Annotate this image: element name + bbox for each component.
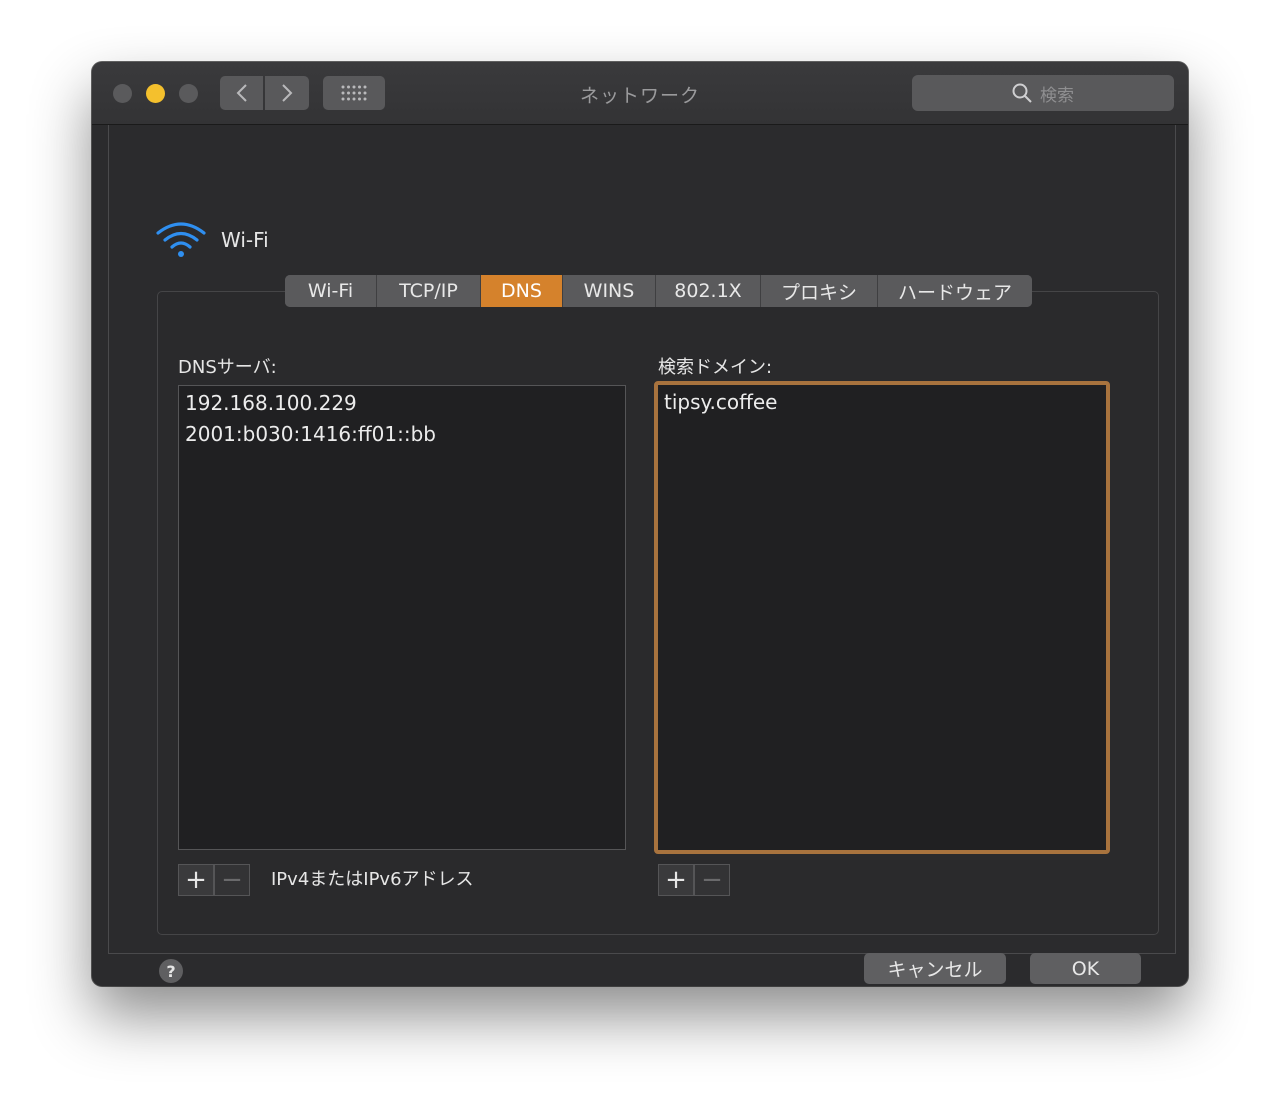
add-search-domain-button[interactable]: +: [658, 864, 694, 896]
search-domains-add-remove: + −: [658, 864, 730, 896]
list-item[interactable]: tipsy.coffee: [664, 387, 1100, 418]
search-icon: [1012, 83, 1032, 103]
add-dns-server-button[interactable]: +: [178, 864, 214, 896]
interface-name: Wi-Fi: [221, 228, 269, 252]
tab-wins[interactable]: WINS: [563, 275, 656, 307]
tab-tcpip[interactable]: TCP/IP: [377, 275, 481, 307]
interface-header: Wi-Fi: [155, 221, 269, 259]
help-button[interactable]: ?: [159, 959, 183, 983]
network-preferences-window: ネットワーク 検索 Wi-Fi Wi-Fi TCP/IP DNS WINS 80…: [92, 62, 1188, 986]
tab-proxy[interactable]: プロキシ: [761, 275, 878, 307]
dns-servers-add-remove: + −: [178, 864, 250, 896]
tab-wifi[interactable]: Wi-Fi: [285, 275, 377, 307]
remove-dns-server-button[interactable]: −: [214, 864, 250, 896]
dns-servers-label: DNSサーバ:: [178, 357, 277, 378]
ok-button[interactable]: OK: [1030, 953, 1141, 984]
cancel-button[interactable]: キャンセル: [864, 953, 1006, 984]
search-domains-label: 検索ドメイン:: [658, 357, 773, 378]
search-field[interactable]: 検索: [912, 75, 1174, 111]
wifi-icon: [156, 222, 206, 257]
search-domains-list[interactable]: tipsy.coffee: [654, 381, 1110, 854]
dns-address-hint: IPv4またはIPv6アドレス: [271, 869, 474, 890]
settings-tab-bar: Wi-Fi TCP/IP DNS WINS 802.1X プロキシ ハードウェア: [285, 275, 1032, 307]
title-bar: ネットワーク 検索: [92, 62, 1188, 125]
dns-servers-list[interactable]: 192.168.100.229 2001:b030:1416:ff01::bb: [178, 385, 626, 850]
sheet-content: Wi-Fi Wi-Fi TCP/IP DNS WINS 802.1X プロキシ …: [108, 125, 1176, 984]
tab-dns[interactable]: DNS: [481, 275, 563, 307]
list-item[interactable]: 192.168.100.229: [185, 388, 619, 419]
list-item[interactable]: 2001:b030:1416:ff01::bb: [185, 419, 619, 450]
tab-8021x[interactable]: 802.1X: [656, 275, 761, 307]
remove-search-domain-button[interactable]: −: [694, 864, 730, 896]
search-placeholder: 検索: [1040, 85, 1074, 106]
tab-hardware[interactable]: ハードウェア: [878, 275, 1032, 307]
